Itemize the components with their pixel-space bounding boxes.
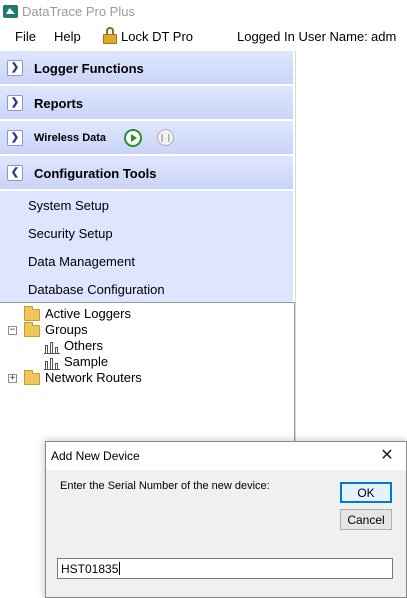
folder-icon [24, 322, 40, 337]
tree-node-label: Others [64, 338, 104, 353]
add-new-device-dialog: Add New Device ✕ Enter the Serial Number… [45, 441, 407, 598]
dialog-title: Add New Device [51, 449, 140, 463]
tree-node-label: Network Routers [45, 370, 142, 385]
config-item-system-setup[interactable]: System Setup [28, 198, 109, 213]
folder-icon [24, 370, 40, 385]
config-item-data-management[interactable]: Data Management [28, 254, 135, 269]
section-label: Configuration Tools [34, 166, 157, 181]
serial-number-prompt: Enter the Serial Number of the new devic… [60, 480, 270, 492]
lock-icon[interactable] [103, 27, 117, 44]
tree-node-sample[interactable]: Sample [0, 354, 295, 370]
serial-number-value: HST01835 [61, 561, 119, 576]
tree-node-active-loggers[interactable]: Active Loggers [0, 306, 295, 322]
menubar: File Help Lock DT Pro Logged In User Nam… [0, 24, 407, 50]
window-titlebar: DataTrace Pro Plus [0, 0, 407, 24]
logger-group-icon [44, 340, 60, 354]
dialog-titlebar: Add New Device ✕ [46, 442, 406, 470]
configuration-tools-panel: System Setup Security Setup Data Managem… [0, 191, 293, 302]
section-label: Reports [34, 96, 84, 111]
logger-group-icon [44, 356, 60, 370]
chevron-double-up-icon[interactable]: ❮ [7, 165, 23, 181]
logged-in-user-label: Logged In User Name: [237, 29, 368, 44]
pause-icon[interactable]: ❙❙ [157, 129, 174, 146]
chevron-double-down-icon[interactable]: ❯ [7, 130, 23, 146]
menu-lock-dt-pro[interactable]: Lock DT Pro [121, 29, 193, 44]
section-label: Wireless Data [34, 132, 107, 144]
chevron-double-down-icon[interactable]: ❯ [7, 95, 23, 111]
tree-node-label: Active Loggers [45, 306, 131, 321]
config-item-security-setup[interactable]: Security Setup [28, 226, 113, 241]
play-icon[interactable] [124, 129, 142, 147]
folder-icon [24, 306, 40, 321]
section-label: Logger Functions [34, 61, 144, 76]
expand-icon[interactable]: + [8, 374, 17, 383]
logged-in-user-value: adm [371, 29, 397, 44]
close-icon[interactable]: ✕ [377, 446, 397, 466]
config-item-database-configuration[interactable]: Database Configuration [28, 282, 165, 297]
collapse-icon[interactable]: − [8, 326, 17, 335]
tree-node-label: Groups [45, 322, 88, 337]
tree-node-groups[interactable]: − Groups [0, 322, 295, 338]
menu-help[interactable]: Help [54, 29, 81, 44]
cancel-button[interactable]: Cancel [340, 509, 392, 530]
tree-node-network-routers[interactable]: + Network Routers [0, 370, 295, 386]
window-title: DataTrace Pro Plus [22, 4, 135, 19]
app-logo-icon [3, 5, 18, 18]
section-configuration-tools[interactable]: ❮ Configuration Tools [0, 156, 293, 190]
text-caret [119, 562, 121, 575]
section-wireless-data[interactable]: ❯ Wireless Data ❙❙ [0, 121, 293, 155]
chevron-double-down-icon[interactable]: ❯ [7, 60, 23, 76]
ok-button[interactable]: OK [340, 482, 392, 503]
section-reports[interactable]: ❯ Reports [0, 86, 293, 120]
serial-number-input[interactable]: HST01835 [57, 558, 393, 579]
tree-node-label: Sample [64, 354, 109, 369]
menu-file[interactable]: File [15, 29, 36, 44]
tree-node-others[interactable]: Others [0, 338, 295, 354]
section-logger-functions[interactable]: ❯ Logger Functions [0, 51, 293, 85]
